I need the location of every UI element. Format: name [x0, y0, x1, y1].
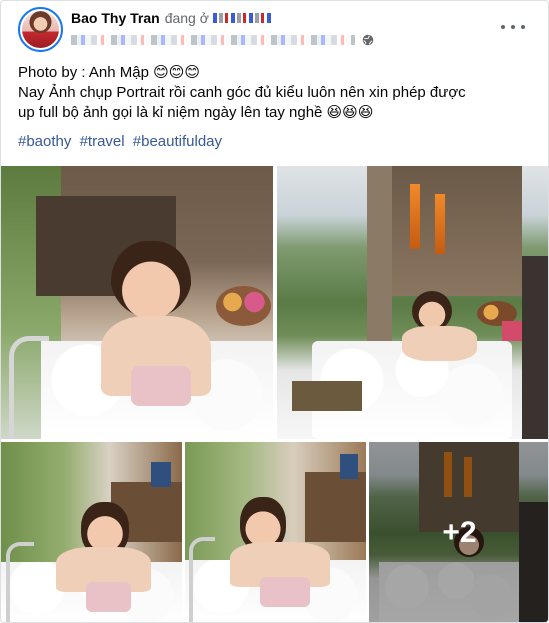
checkin-text: đang ở [164, 10, 209, 26]
post-photo-1[interactable] [1, 166, 273, 439]
timestamp-redacted [71, 35, 355, 45]
author-avatar[interactable] [18, 7, 63, 52]
photo-scene [1, 166, 273, 439]
globe-icon[interactable] [362, 34, 374, 46]
post-photo-3[interactable] [1, 442, 182, 622]
caption-line: Nay Ảnh chụp Portrait rồi canh góc đủ ki… [18, 84, 466, 101]
avatar-image [22, 11, 59, 48]
author-name[interactable]: Bao Thy Tran [71, 10, 160, 26]
hashtag-link[interactable]: #beautifulday [133, 133, 222, 150]
caption-line: up full bộ ảnh gọi là kỉ niệm ngày lên t… [18, 104, 374, 121]
location-redacted [212, 13, 271, 23]
post-photo-4[interactable] [185, 442, 366, 622]
more-photos-overlay[interactable]: +2 [369, 442, 548, 622]
hashtag-list: #baothy #travel #beautifulday [18, 132, 226, 152]
hashtag-link[interactable]: #travel [80, 133, 125, 150]
more-horizontal-icon[interactable] [501, 19, 525, 35]
post-header: Bao Thy Tran đang ở [71, 8, 271, 28]
hashtag-link[interactable]: #baothy [18, 133, 71, 150]
photo-scene [1, 442, 182, 622]
post-photo-2[interactable] [277, 166, 548, 439]
more-photos-count: +2 [442, 516, 477, 549]
photo-scene [185, 442, 366, 622]
caption-line: Photo by : Anh Mập 😊😊😊 [18, 64, 200, 81]
post-caption: Photo by : Anh Mập 😊😊😊 Nay Ảnh chụp Port… [18, 63, 538, 123]
photo-scene [277, 166, 548, 439]
post-photo-5[interactable]: +2 [369, 442, 548, 622]
post-meta [71, 33, 374, 47]
facebook-post: Bao Thy Tran đang ở Photo by : Anh Mập 😊… [0, 0, 549, 623]
